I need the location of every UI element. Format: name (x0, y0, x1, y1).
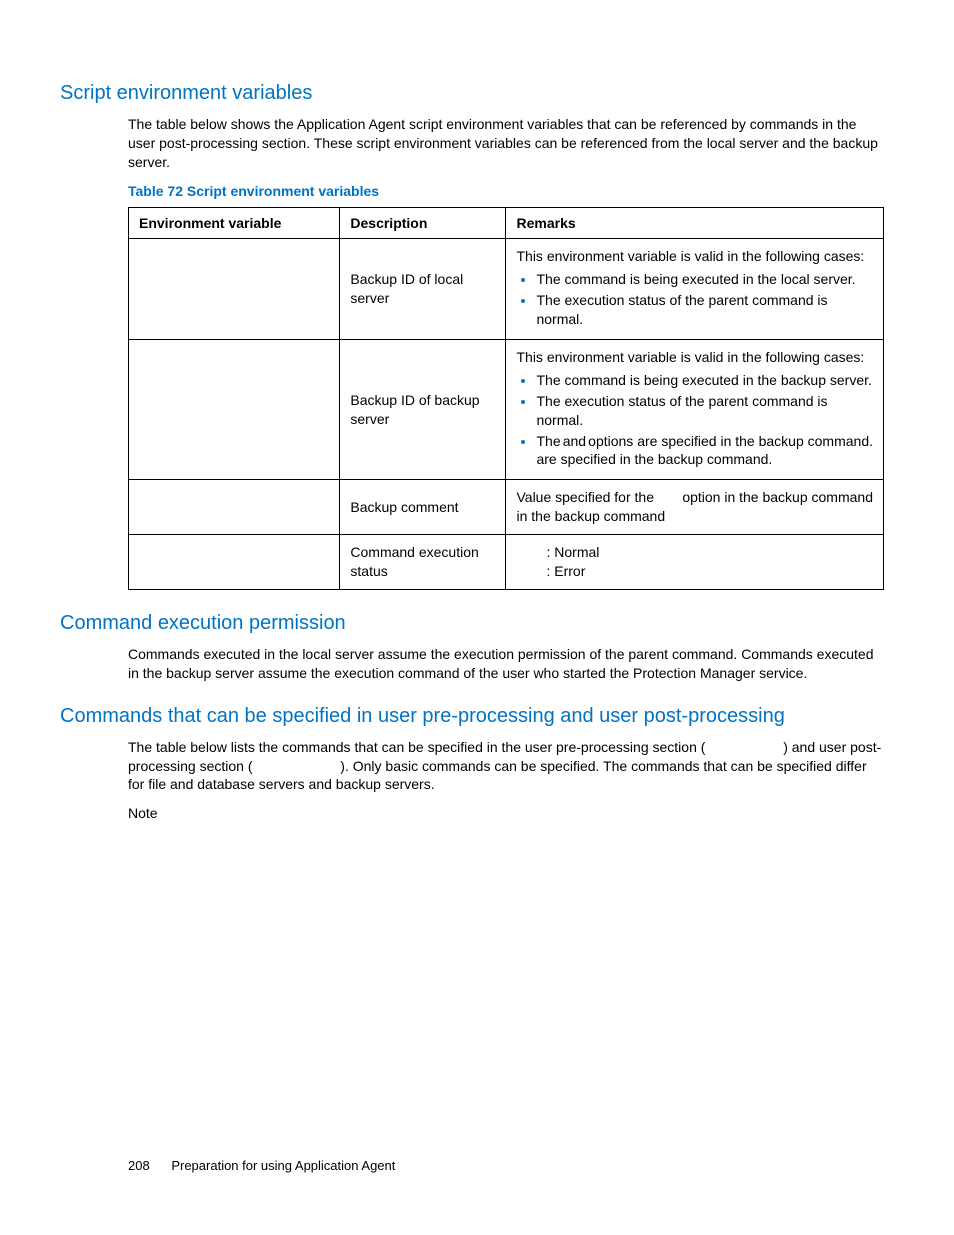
cmds-pre-post-body: The table below lists the commands that … (128, 738, 884, 795)
cell-remarks: : Normal : Error (506, 535, 884, 590)
cell-desc: Command execution status (340, 535, 506, 590)
bullet-item: The and options are specified in the bac… (536, 432, 873, 470)
footer-title: Preparation for using Application Agent (171, 1158, 395, 1173)
table-header-row: Environment variable Description Remarks (129, 207, 884, 239)
cell-desc: Backup ID of backup server (340, 340, 506, 480)
cell-remarks: This environment variable is valid in th… (506, 340, 884, 480)
table-row: Backup ID of local server This environme… (129, 239, 884, 340)
th-remarks: Remarks (506, 207, 884, 239)
table-caption: Table 72 Script environment variables (128, 182, 884, 201)
table-row: Backup ID of backup server This environm… (129, 340, 884, 480)
note-label: Note (128, 804, 884, 823)
env-var-table: Environment variable Description Remarks… (128, 207, 884, 590)
remarks-intro: This environment variable is valid in th… (516, 349, 864, 365)
cell-desc: Backup ID of local server (340, 239, 506, 340)
page-number: 208 (128, 1158, 150, 1173)
bullet-item: The execution status of the parent comma… (536, 392, 873, 430)
th-env-var: Environment variable (129, 207, 340, 239)
cell-desc: Backup comment (340, 480, 506, 535)
heading-cmds-pre-post: Commands that can be specified in user p… (60, 703, 884, 730)
cell-remarks: Value specified for the option in the ba… (506, 480, 884, 535)
th-description: Description (340, 207, 506, 239)
table-row: Command execution status : Normal : Erro… (129, 535, 884, 590)
heading-script-env-vars: Script environment variables (60, 80, 884, 107)
page-footer: 208 Preparation for using Application Ag… (128, 1157, 395, 1175)
remarks-intro: This environment variable is valid in th… (516, 248, 864, 264)
cmd-exec-perm-body: Commands executed in the local server as… (128, 645, 884, 683)
bullet-item: The command is being executed in the loc… (536, 270, 873, 289)
bullet-item: The command is being executed in the bac… (536, 371, 873, 390)
table-row: Backup comment Value specified for the o… (129, 480, 884, 535)
intro-paragraph: The table below shows the Application Ag… (128, 115, 884, 172)
heading-cmd-exec-perm: Command execution permission (60, 610, 884, 637)
cell-remarks: This environment variable is valid in th… (506, 239, 884, 340)
bullet-item: The execution status of the parent comma… (536, 291, 873, 329)
